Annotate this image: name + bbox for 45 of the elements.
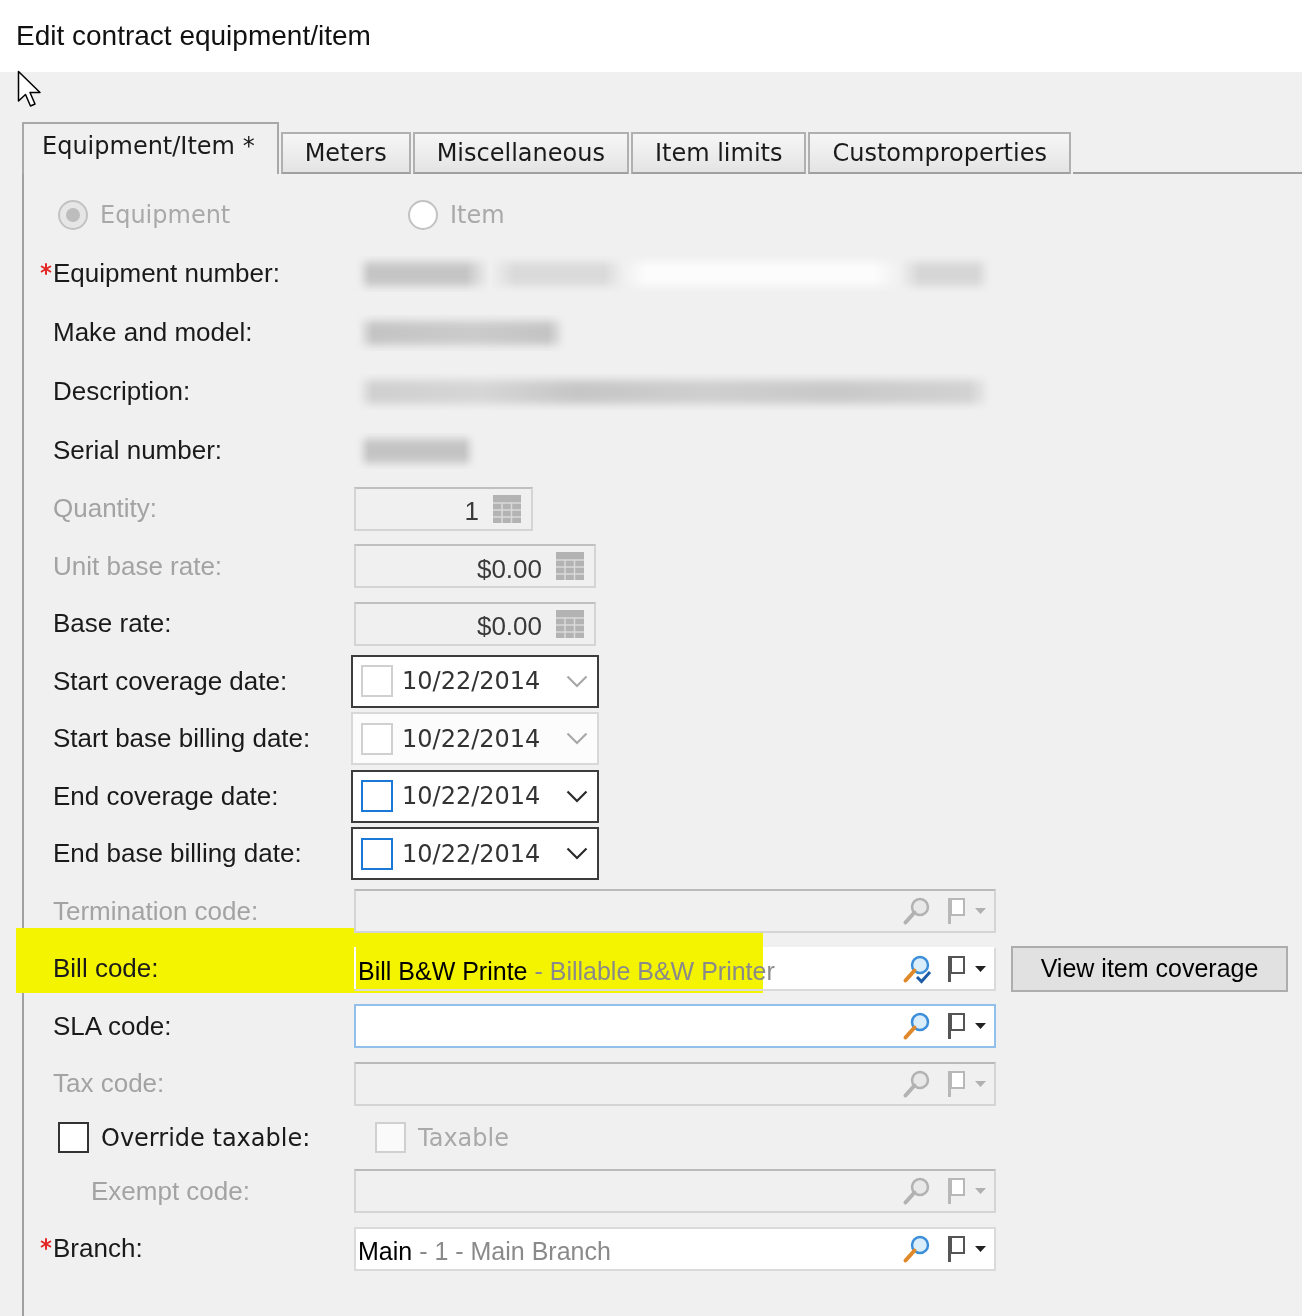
field-label: Start coverage date: [53, 665, 288, 697]
calculator-icon[interactable] [556, 609, 584, 638]
date-checkbox[interactable] [361, 837, 393, 870]
field-label: Quantity: [53, 493, 158, 525]
field-label: Tax code: [53, 1068, 165, 1100]
field-label: Exempt code: [91, 1175, 250, 1207]
chevron-down-icon[interactable] [566, 789, 588, 803]
view-coverage-button[interactable]: View item coverage [1011, 945, 1288, 992]
chevron-down-icon[interactable] [566, 847, 588, 861]
tab[interactable]: Item limits [630, 132, 807, 174]
field-label: Serial number: [53, 434, 223, 467]
field-label: Base rate: [53, 608, 172, 640]
field-label: SLA code: [53, 1010, 172, 1042]
radio-label: Equipment [100, 200, 231, 231]
field-label: End base billing date: [53, 838, 302, 870]
checkbox-label: Override taxable: [101, 1122, 311, 1154]
date-picker[interactable]: 10/22/2014 [351, 769, 599, 823]
field-label: Branch: [53, 1233, 143, 1265]
number-field[interactable]: $0.00 [354, 601, 596, 646]
checkbox[interactable] [58, 1122, 89, 1153]
field-label: End coverage date: [53, 780, 279, 812]
tab[interactable]: Equipment/Item * [22, 122, 279, 174]
field-label: Bill code: [53, 953, 159, 985]
flag-menu-icon[interactable] [946, 1233, 988, 1264]
field-label: Termination code: [53, 895, 259, 927]
field-label: Start base billing date: [53, 723, 311, 755]
checkbox-label: Taxable [418, 1122, 509, 1154]
tab[interactable]: Meters [280, 132, 411, 174]
flag-menu-icon[interactable] [946, 1011, 988, 1042]
field-label: Equipment number: [53, 257, 280, 290]
date-checkbox[interactable] [361, 780, 393, 813]
date-picker[interactable]: 10/22/2014 [351, 827, 599, 881]
search-icon[interactable] [902, 1011, 932, 1042]
search-icon[interactable] [902, 1233, 932, 1264]
field-label: Unit base rate: [53, 550, 223, 582]
field-label: Make and model: [53, 316, 253, 349]
window-title: Edit contract equipment/item [16, 19, 371, 53]
radio-label: Item [450, 200, 505, 231]
tab[interactable]: Customproperties [808, 132, 1071, 174]
search-icon[interactable] [902, 953, 932, 984]
lookup-field[interactable]: Main - 1 - Main Branch [354, 1226, 996, 1271]
flag-menu-icon[interactable] [946, 953, 988, 984]
tab[interactable]: Miscellaneous [412, 132, 629, 174]
lookup-field[interactable] [354, 1004, 996, 1049]
field-label: Description: [53, 375, 191, 408]
